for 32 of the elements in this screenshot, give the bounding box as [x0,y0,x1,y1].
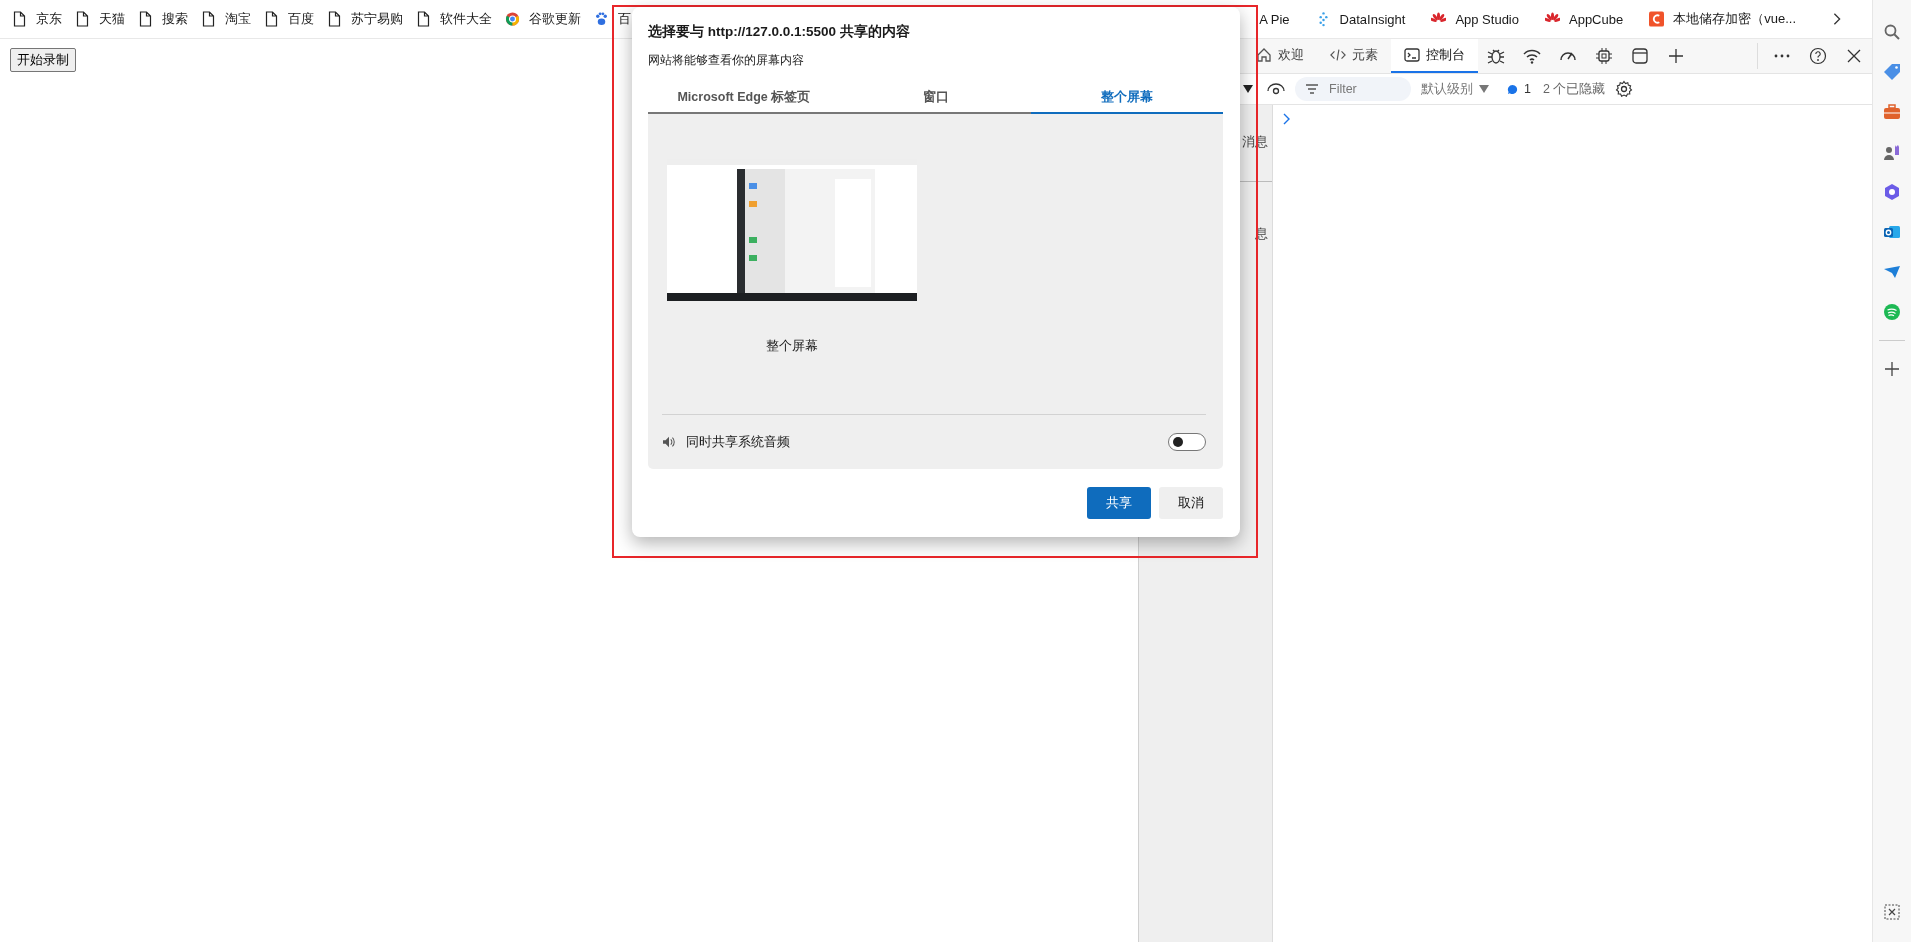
cancel-button[interactable]: 取消 [1159,487,1223,519]
start-recording-button[interactable]: 开始录制 [10,48,76,72]
bookmark[interactable]: 本地储存加密（vue... [1645,10,1816,28]
bookmark[interactable]: 京东 [8,10,69,28]
share-tab[interactable]: 窗口 [839,82,1032,114]
bookmark[interactable]: App Studio [1427,11,1539,27]
log-level-dropdown[interactable]: 默认级别 [1421,80,1489,98]
share-tab[interactable]: Microsoft Edge 标签页 [648,82,840,114]
dialog-subtitle: 网站将能够查看你的屏幕内容 [648,52,805,69]
devtools-tab[interactable]: 元素 [1317,39,1391,73]
message-count: 1 [1524,82,1531,96]
devtools-tab[interactable]: 控制台 [1391,39,1478,73]
bookmark[interactable]: 百 [590,10,638,28]
audio-label: 同时共享系统音频 [686,433,790,451]
bookmark[interactable]: DataInsight [1311,11,1426,27]
bookmark[interactable]: AppCube [1541,11,1644,27]
bookmark[interactable]: 软件大全 [412,10,499,28]
filter-input[interactable]: Filter [1327,81,1401,97]
bookmark[interactable]: 淘宝 [197,10,258,28]
devtools-tab[interactable]: 欢迎 [1243,39,1317,73]
screen-option[interactable]: 整个屏幕 [662,159,922,355]
bookmark[interactable]: 苏宁易购 [323,10,410,28]
filter-field[interactable]: Filter [1295,77,1411,101]
source-label: 整个屏幕 [766,338,818,355]
bookmark[interactable]: 搜索 [134,10,195,28]
share-button[interactable]: 共享 [1087,487,1151,519]
bookmark[interactable]: 谷歌更新 [501,10,588,28]
bookmark[interactable]: A Pie [1255,11,1310,27]
bookmark[interactable]: 百度 [260,10,321,28]
bookmark[interactable]: 天猫 [71,10,132,28]
dialog-title: 选择要与 http://127.0.0.1:5500 共享的内容 [648,23,911,41]
hidden-count: 2 个已隐藏 [1542,80,1606,98]
